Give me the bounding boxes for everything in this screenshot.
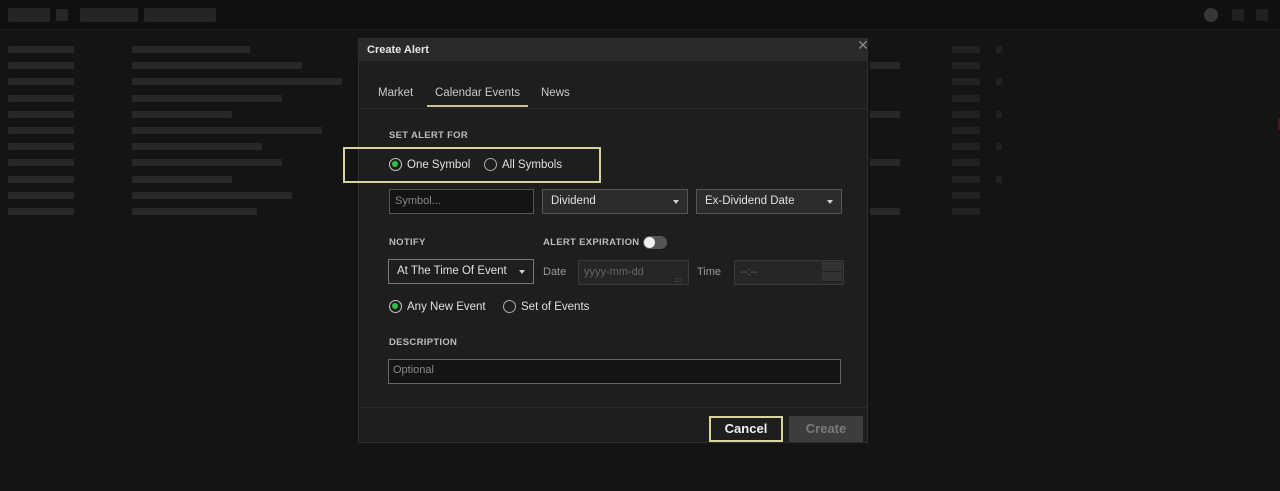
expiration-date-input[interactable]: yyyy-mm-dd ▭ [578, 260, 689, 285]
event-field-select[interactable]: Ex-Dividend Date [696, 189, 842, 214]
notify-label: NOTIFY [389, 237, 426, 248]
description-label: DESCRIPTION [389, 337, 458, 348]
event-type-value: Dividend [551, 195, 596, 207]
event-field-value: Ex-Dividend Date [705, 195, 795, 207]
create-button[interactable]: Create [789, 416, 863, 442]
radio-set-of-events-label: Set of Events [521, 300, 590, 313]
radio-all-symbols[interactable]: All Symbols [484, 158, 562, 171]
time-label: Time [697, 266, 722, 278]
radio-unselected-icon [484, 158, 497, 171]
calendar-icon: ▭ [674, 275, 682, 284]
date-label: Date [543, 266, 567, 278]
description-input[interactable]: Optional [388, 359, 841, 384]
radio-all-symbols-label: All Symbols [502, 158, 563, 171]
radio-one-symbol[interactable]: One Symbol [389, 158, 470, 171]
tab-news[interactable]: News [541, 85, 570, 107]
tab-market[interactable]: Market [378, 85, 413, 107]
alert-expiration-label: ALERT EXPIRATION [543, 237, 640, 248]
date-placeholder: yyyy-mm-dd [584, 266, 644, 278]
chevron-down-icon [519, 270, 525, 274]
time-spinner[interactable] [822, 262, 842, 283]
radio-unselected-icon [503, 300, 516, 313]
tab-calendar-events[interactable]: Calendar Events [427, 85, 529, 107]
highlight-box [343, 147, 601, 183]
event-type-select[interactable]: Dividend [542, 189, 688, 214]
cancel-button[interactable]: Cancel [709, 416, 783, 442]
symbol-input[interactable]: Symbol... [389, 189, 534, 214]
close-icon[interactable]: ✕ [855, 37, 871, 53]
toggle-knob [644, 237, 655, 248]
notify-timing-value: At The Time Of Event [397, 265, 507, 277]
expiration-time-input[interactable]: --:-- [734, 260, 844, 285]
dialog-title: Create Alert [367, 44, 429, 56]
set-alert-for-label: SET ALERT FOR [389, 130, 469, 141]
dialog-footer: Cancel Create [359, 407, 867, 443]
dialog-header: Create Alert [359, 39, 867, 61]
tab-bar: Market Calendar Events News [359, 77, 867, 109]
time-placeholder: --:-- [740, 266, 758, 278]
radio-selected-icon [389, 158, 402, 171]
radio-any-new-event[interactable]: Any New Event [389, 300, 486, 313]
chevron-down-icon [673, 200, 679, 204]
radio-one-symbol-label: One Symbol [407, 158, 471, 171]
chevron-down-icon [827, 200, 833, 204]
radio-any-new-event-label: Any New Event [407, 300, 486, 313]
create-alert-dialog: Create Alert ✕ Market Calendar Events Ne… [343, 37, 871, 443]
alert-expiration-toggle[interactable] [643, 236, 667, 249]
notify-timing-select[interactable]: At The Time Of Event [388, 259, 534, 284]
radio-selected-icon [389, 300, 402, 313]
radio-set-of-events[interactable]: Set of Events [503, 300, 589, 313]
